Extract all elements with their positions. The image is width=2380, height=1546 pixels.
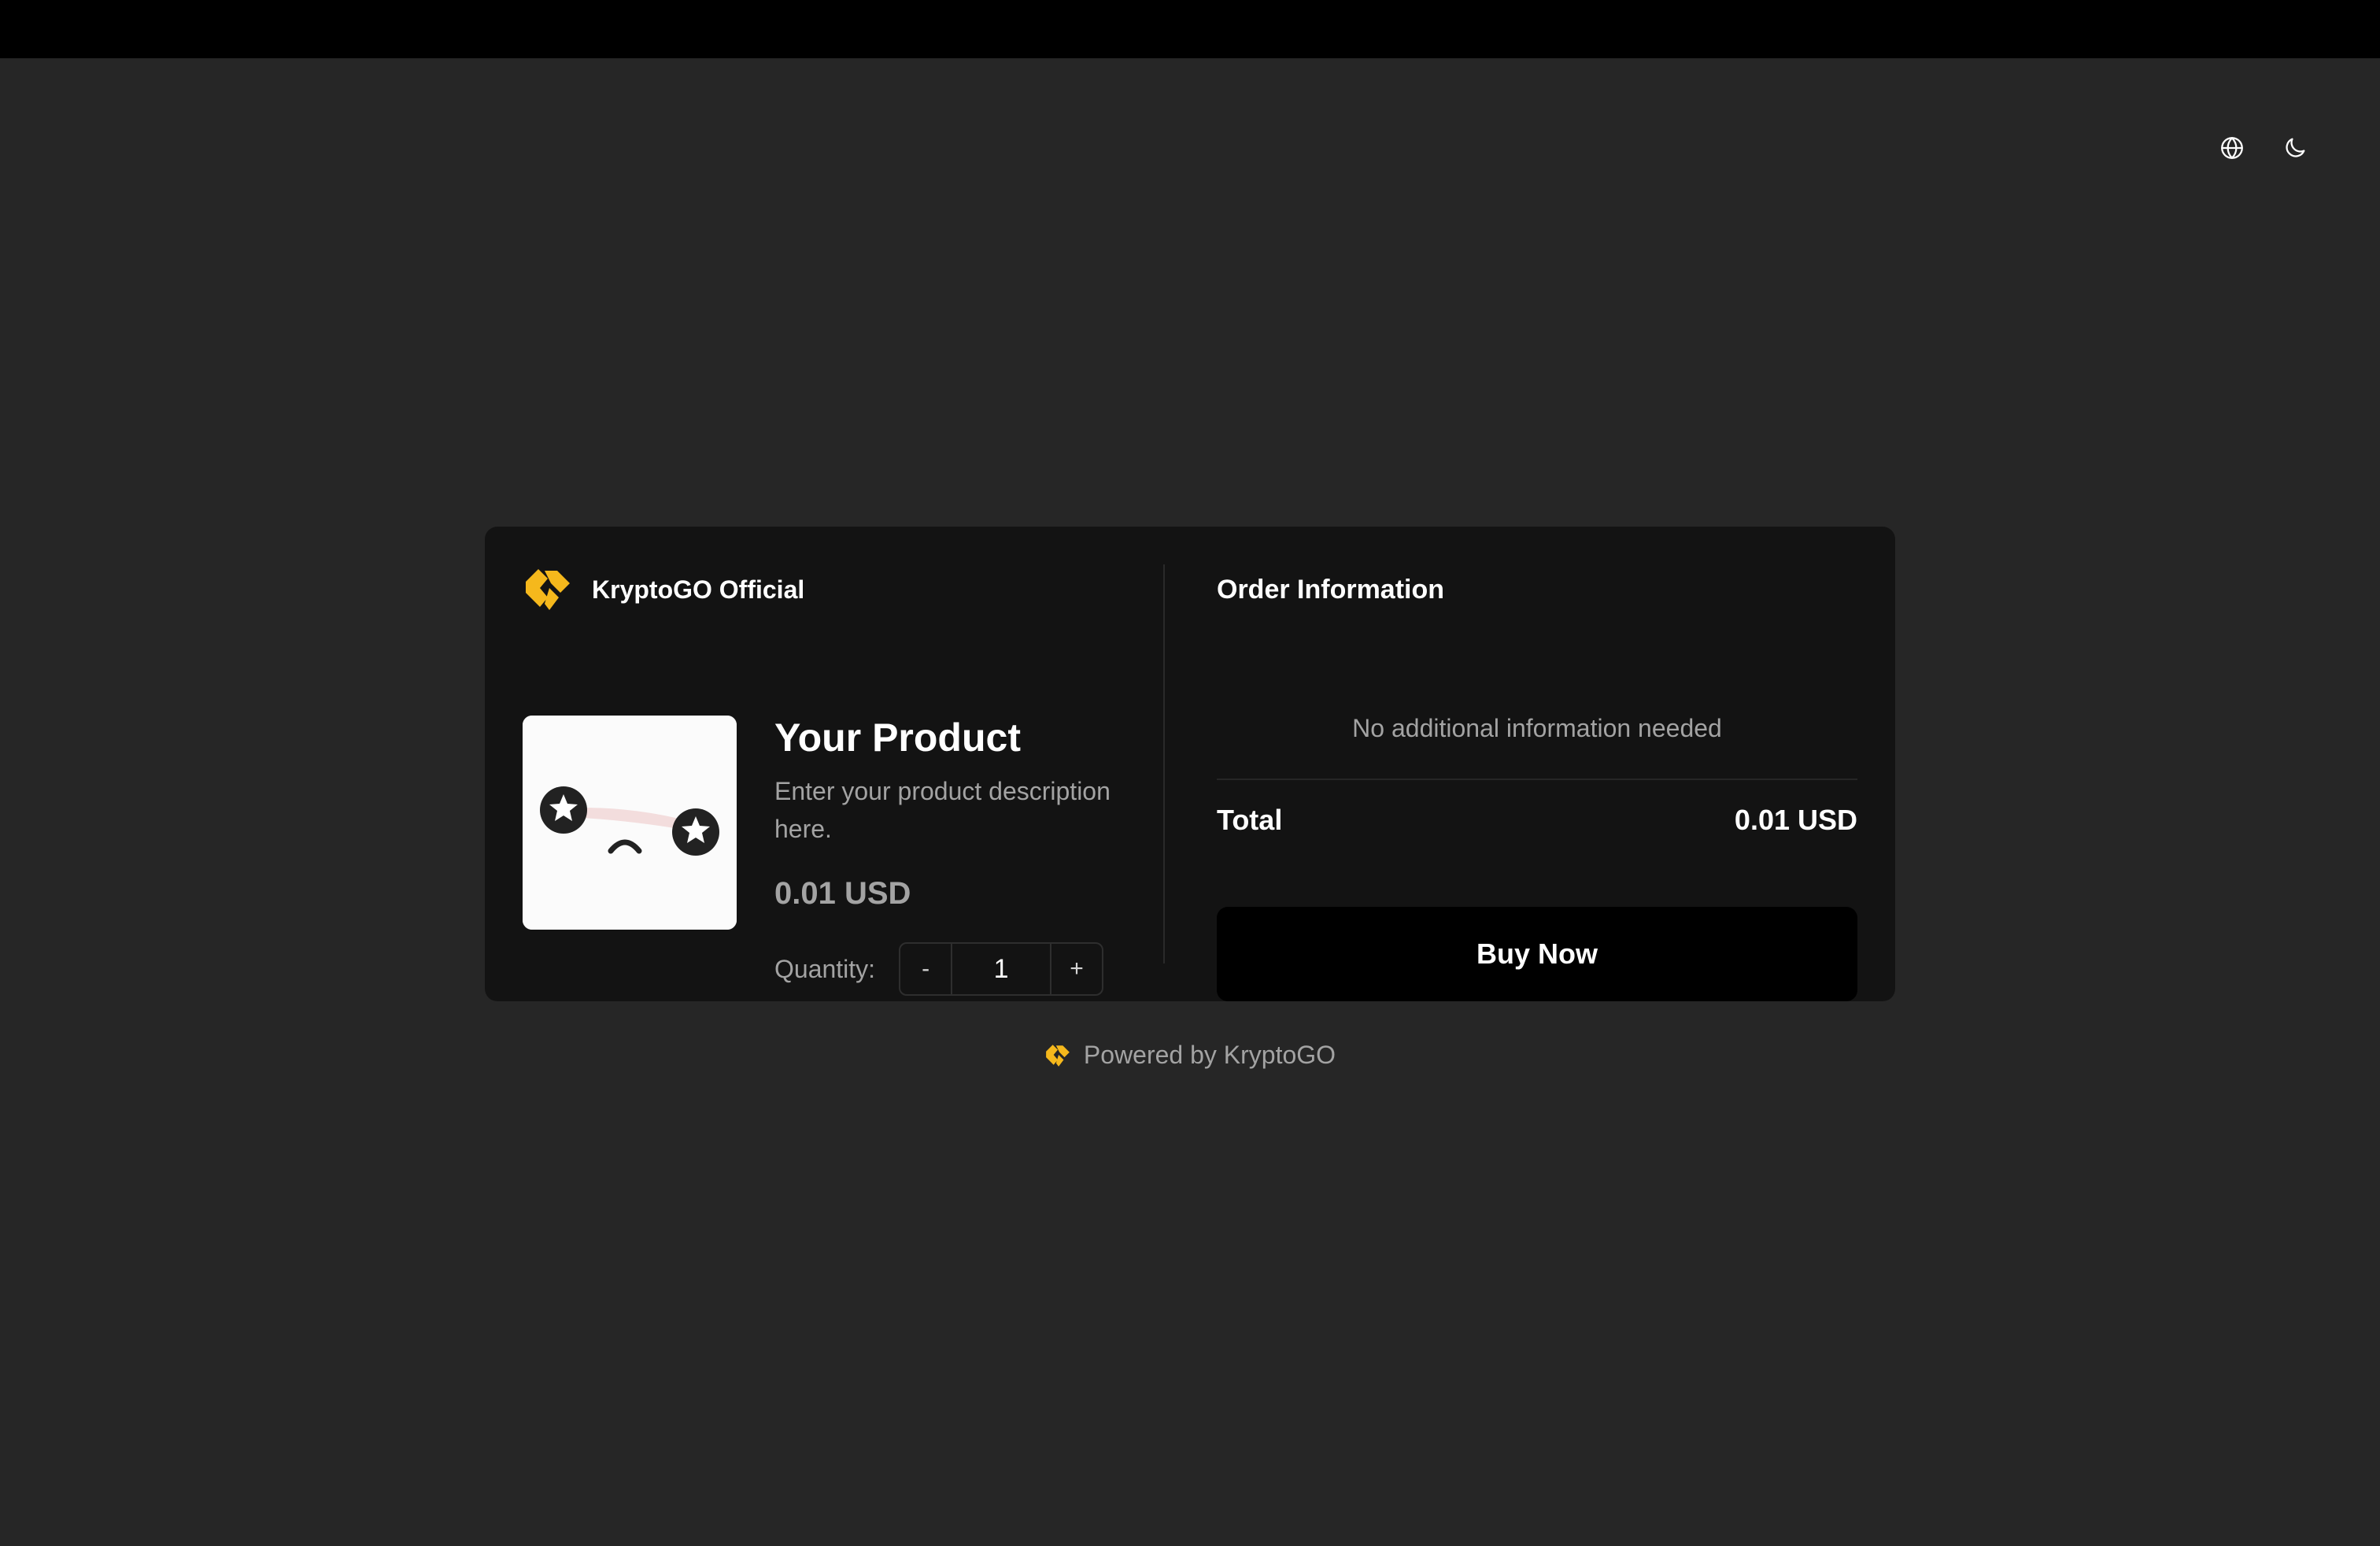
product-title: Your Product [774, 716, 1021, 760]
quantity-input[interactable]: 1 [951, 944, 1052, 994]
order-information-title: Order Information [1217, 575, 1445, 605]
product-price: 0.01 USD [774, 876, 911, 911]
total-value: 0.01 USD [1734, 804, 1857, 836]
quantity-stepper: - 1 + [899, 942, 1104, 996]
moon-icon [2286, 138, 2305, 157]
theme-toggle-button[interactable] [2279, 132, 2311, 164]
quantity-label: Quantity: [774, 954, 876, 983]
total-row: Total 0.01 USD [1217, 804, 1857, 837]
browser-top-bar [0, 0, 2380, 58]
no-info-message: No additional information needed [1352, 714, 1722, 742]
merchant-brand: KryptoGO Official [523, 564, 1152, 615]
powered-by-footer: Powered by KryptoGO [0, 1041, 2380, 1070]
total-label: Total [1217, 804, 1283, 836]
merchant-name: KryptoGO Official [592, 575, 805, 604]
globe-icon [2221, 137, 2243, 159]
order-divider [1217, 779, 1857, 780]
kryptogo-logo-icon [526, 569, 570, 610]
product-description: Enter your product description here. [774, 777, 1111, 843]
buy-now-button[interactable]: Buy Now [1217, 907, 1857, 1001]
order-panel: Order Information No additional informat… [1217, 564, 1857, 1001]
increment-button[interactable]: + [1051, 944, 1102, 994]
language-button[interactable] [2216, 132, 2248, 164]
panel-divider [1163, 564, 1165, 963]
product-image [523, 716, 737, 930]
kryptogo-footer-logo-icon [1046, 1044, 1070, 1067]
header-actions [2216, 132, 2311, 164]
checkout-card: KryptoGO Official Your Product Enter you… [485, 527, 1895, 1001]
product-illustration [523, 716, 737, 930]
product-info: Your Product Enter your product descript… [774, 714, 1152, 996]
product-panel: KryptoGO Official Your Product Enter you… [523, 564, 1152, 996]
decrement-button[interactable]: - [900, 944, 951, 994]
quantity-row: Quantity: - 1 + [774, 942, 1152, 996]
powered-by-text[interactable]: Powered by KryptoGO [1084, 1041, 1336, 1070]
